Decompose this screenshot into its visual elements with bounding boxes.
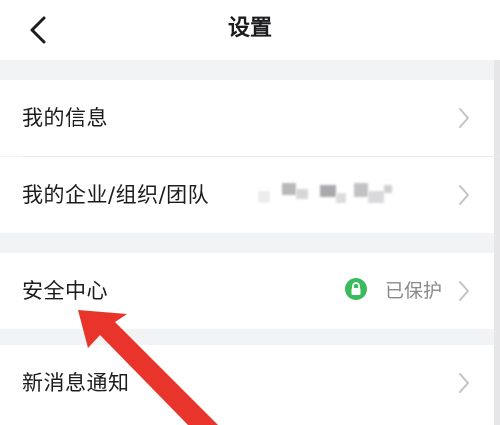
- settings-item-my-organization[interactable]: 我的企业/组织/团队: [0, 157, 494, 233]
- page-title: 设置: [227, 16, 272, 41]
- settings-item-my-info[interactable]: 我的信息: [0, 80, 494, 156]
- security-status-text: 已保护: [384, 280, 442, 302]
- settings-item-label: 新消息通知: [22, 371, 130, 395]
- lock-icon: [345, 278, 367, 300]
- chevron-right-icon: [459, 185, 469, 205]
- chevron-left-icon: [30, 16, 46, 44]
- obscured-organization-name: [258, 181, 398, 211]
- chevron-right-icon: [459, 373, 469, 393]
- settings-item-label: 安全中心: [22, 279, 108, 303]
- back-button[interactable]: [22, 12, 58, 48]
- settings-item-label: 我的企业/组织/团队: [22, 183, 210, 207]
- settings-item-label: 我的信息: [22, 106, 108, 130]
- settings-item-new-message-notification[interactable]: 新消息通知: [0, 345, 494, 425]
- header: 设置: [0, 0, 500, 60]
- chevron-right-icon: [459, 281, 469, 301]
- settings-item-security-center[interactable]: 安全中心 已保护: [0, 253, 494, 329]
- chevron-right-icon: [459, 108, 469, 128]
- scrollbar-track[interactable]: [494, 60, 500, 425]
